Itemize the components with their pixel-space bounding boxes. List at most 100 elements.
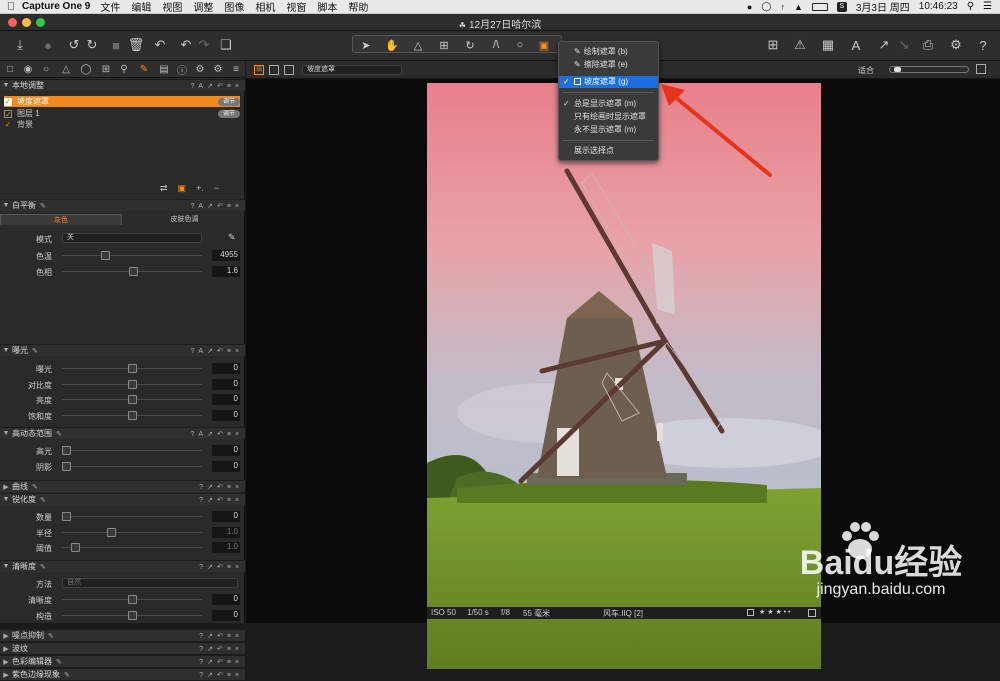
copy-icon[interactable]: ↗ bbox=[207, 202, 213, 210]
edit-icon[interactable]: ✎ bbox=[64, 671, 70, 679]
help-icon[interactable]: ? bbox=[199, 497, 203, 504]
reset-icon[interactable]: ↶ bbox=[217, 632, 223, 640]
info-options-icon[interactable] bbox=[808, 609, 816, 617]
help-icon[interactable]: ? bbox=[199, 659, 203, 666]
menu-item-draw-mask[interactable]: ✎ 绘制遮罩 (b) bbox=[559, 46, 658, 58]
grid-icon[interactable]: ▦ bbox=[820, 37, 836, 53]
menu-icon[interactable]: ≡ bbox=[227, 484, 231, 491]
menu-item-never-show-mask[interactable]: 永不显示遮罩 (m) bbox=[559, 124, 658, 136]
settings-gear-icon[interactable]: ⚙ bbox=[948, 37, 964, 53]
close-icon[interactable]: × bbox=[235, 646, 239, 653]
edit-icon[interactable]: ✎ bbox=[56, 430, 62, 438]
exposure-header[interactable]: ▼ 曝光 ✎ ? A ↗ ↶ ≡ × bbox=[0, 344, 245, 356]
slider-track[interactable] bbox=[62, 379, 202, 389]
mode-select[interactable]: 关 bbox=[62, 233, 202, 243]
zoom-slider[interactable] bbox=[889, 66, 969, 73]
slider-knob[interactable] bbox=[128, 266, 138, 276]
help-icon[interactable]: ? bbox=[199, 646, 203, 653]
slider-value-field[interactable]: 1.0 bbox=[212, 542, 240, 553]
rotate-right-icon[interactable]: ↻ bbox=[84, 37, 100, 53]
tab-exposure-icon[interactable]: ◯ bbox=[80, 63, 92, 75]
reset-icon[interactable]: ↶ bbox=[217, 671, 223, 679]
expand-arrow-icon[interactable]: ▼ bbox=[0, 347, 12, 354]
copy-icon[interactable]: ↗ bbox=[207, 671, 213, 679]
close-icon[interactable]: × bbox=[235, 564, 239, 571]
slider-track[interactable] bbox=[62, 410, 202, 420]
edit-icon[interactable]: ✎ bbox=[40, 202, 46, 210]
battery-icon[interactable] bbox=[811, 2, 828, 11]
slider-knob[interactable] bbox=[127, 379, 137, 389]
expand-arrow-icon[interactable]: ▼ bbox=[0, 563, 12, 570]
move-to-folder-icon[interactable]: ■ bbox=[108, 37, 124, 53]
menu-view[interactable]: 视图 bbox=[162, 0, 182, 14]
edit-icon[interactable]: ✎ bbox=[32, 347, 38, 355]
help-icon[interactable]: ? bbox=[190, 431, 194, 438]
reset-icon[interactable]: ↶ bbox=[217, 563, 223, 571]
slider-knob[interactable] bbox=[62, 461, 71, 471]
slider-knob[interactable] bbox=[127, 364, 137, 373]
tab-color-icon[interactable]: △ bbox=[60, 63, 72, 75]
menu-item-show-pickers[interactable]: 展示选择点 bbox=[559, 145, 658, 157]
noise-reduction-header[interactable]: ▶ 噪点抑制 ✎ ? ↗ ↶ ≡ × bbox=[0, 629, 245, 641]
slider-value-field[interactable]: 0 bbox=[212, 394, 240, 405]
import-icon[interactable]: ⤓ bbox=[12, 37, 28, 53]
copy-adjustments-icon[interactable]: ↗ bbox=[876, 37, 892, 53]
method-select[interactable]: 自然 bbox=[62, 578, 238, 588]
layer-item[interactable]: ✓ 背景 bbox=[4, 119, 240, 130]
collapse-arrow-icon[interactable]: ▶ bbox=[0, 645, 12, 653]
edit-icon[interactable]: ✎ bbox=[48, 632, 54, 640]
slider-value-field[interactable]: 0 bbox=[212, 594, 240, 605]
copy-icon[interactable]: ↗ bbox=[207, 347, 213, 355]
slider-knob[interactable] bbox=[101, 251, 111, 260]
slider-track[interactable] bbox=[62, 266, 202, 276]
star-rating[interactable]: ★ ★ ★ • • bbox=[759, 608, 791, 616]
mask-type-icon[interactable]: ▣ bbox=[178, 183, 187, 194]
close-icon[interactable]: × bbox=[235, 633, 239, 640]
slider-knob[interactable] bbox=[62, 512, 71, 521]
menu-camera[interactable]: 相机 bbox=[255, 0, 275, 14]
menu-icon[interactable]: ≡ bbox=[227, 203, 231, 210]
tab-library-icon[interactable]: □ bbox=[4, 63, 16, 75]
menu-icon[interactable]: ≡ bbox=[227, 83, 231, 90]
slider-value-field[interactable]: 0 bbox=[212, 511, 240, 522]
auto-icon[interactable]: A bbox=[198, 431, 203, 438]
slider-track[interactable] bbox=[62, 364, 202, 373]
reset-icon[interactable]: ↶ bbox=[217, 82, 223, 90]
remove-layer-icon[interactable]: − bbox=[214, 183, 219, 193]
adjust-badge[interactable]: 调节 bbox=[217, 97, 240, 106]
menu-icon[interactable]: ≡ bbox=[227, 633, 231, 640]
menu-icon[interactable]: ≡ bbox=[227, 672, 231, 679]
tab-capture-icon[interactable]: ◉ bbox=[22, 63, 34, 75]
menu-file[interactable]: 文件 bbox=[100, 0, 120, 14]
layer-checkbox[interactable]: ✓ bbox=[4, 120, 12, 129]
tab-details-icon[interactable]: ⚲ bbox=[118, 63, 130, 75]
color-tag-icon[interactable] bbox=[747, 609, 754, 616]
pan-hand-icon[interactable]: ✋ bbox=[383, 37, 401, 53]
slider-value-field[interactable]: 0 bbox=[212, 609, 240, 621]
help-icon[interactable]: ? bbox=[190, 348, 194, 355]
curve-header[interactable]: ▶ 曲线 ✎ ? ↗ ↶ ≡ × bbox=[0, 480, 245, 492]
copy-icon[interactable]: ↗ bbox=[207, 82, 213, 90]
close-icon[interactable]: × bbox=[235, 484, 239, 491]
redo-icon[interactable]: ↷ bbox=[196, 37, 212, 53]
expand-arrow-icon[interactable]: ▼ bbox=[0, 430, 12, 437]
close-icon[interactable]: × bbox=[235, 348, 239, 355]
auto-icon[interactable]: A bbox=[198, 348, 203, 355]
color-editor-header[interactable]: ▶ 色彩编辑器 ✎ ? ↗ ↶ ≡ × bbox=[0, 655, 245, 667]
zoom-slider-knob[interactable] bbox=[894, 67, 901, 72]
slider-track[interactable] bbox=[62, 527, 202, 537]
slider-value-field[interactable]: 1.6 bbox=[212, 265, 240, 277]
keystone-icon[interactable]: △ bbox=[409, 37, 427, 53]
auto-icon[interactable]: A bbox=[198, 83, 203, 90]
menu-window[interactable]: 视窗 bbox=[286, 0, 306, 14]
slider-value-field[interactable]: 0 bbox=[212, 363, 240, 374]
expand-arrow-icon[interactable]: ▼ bbox=[0, 82, 12, 89]
copy-icon[interactable]: ↗ bbox=[207, 496, 213, 504]
reset-icon[interactable]: ↶ bbox=[217, 496, 223, 504]
menu-icon[interactable]: ≡ bbox=[227, 646, 231, 653]
close-icon[interactable]: × bbox=[235, 431, 239, 438]
menu-adjust[interactable]: 调整 bbox=[193, 0, 213, 14]
fit-label[interactable]: 适合 bbox=[858, 65, 874, 76]
slider-value-field[interactable]: 1.0 bbox=[212, 526, 240, 538]
menu-item-always-show-mask[interactable]: ✓ 总是显示遮罩 (m) bbox=[559, 98, 658, 110]
